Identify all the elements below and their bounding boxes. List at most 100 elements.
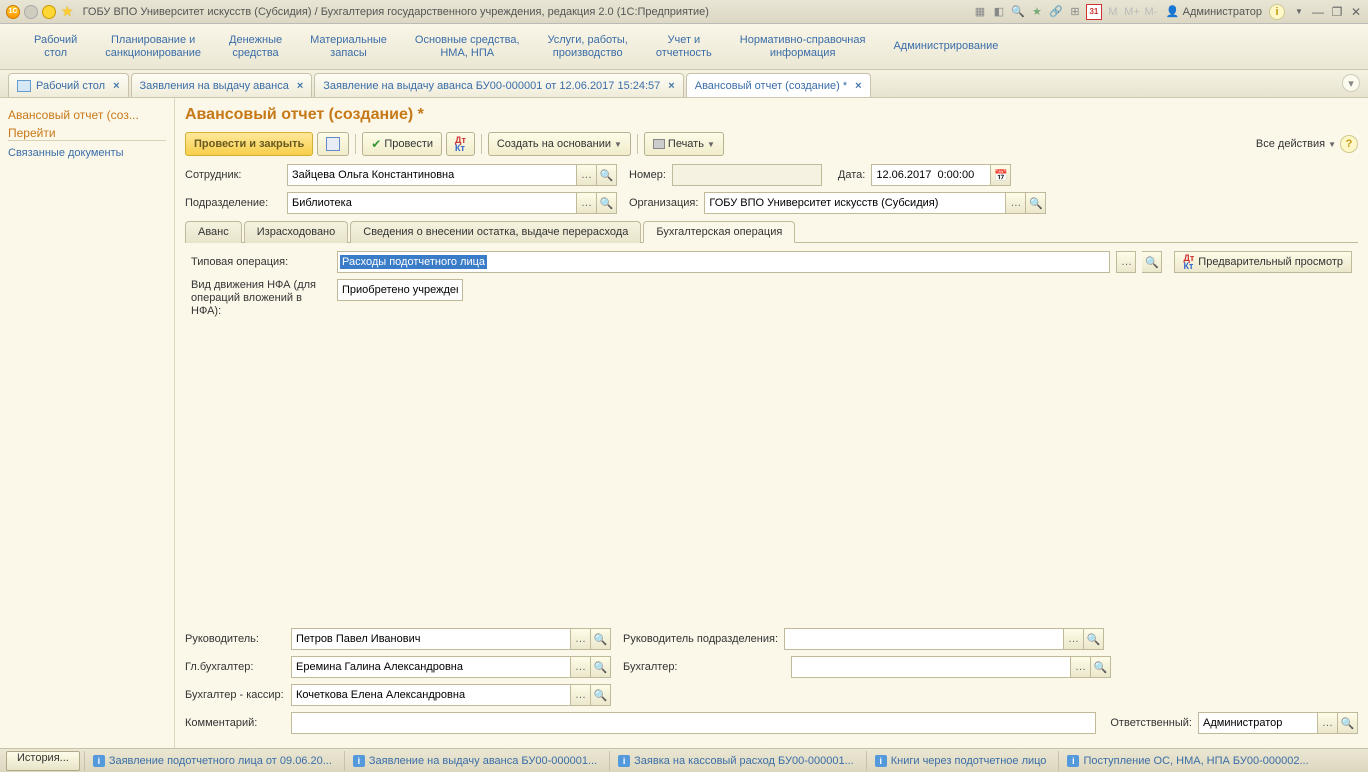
employee-input[interactable] <box>287 164 577 186</box>
status-link-1[interactable]: iЗаявление подотчетного лица от 09.06.20… <box>84 751 340 771</box>
cashier-select-button[interactable]: … <box>571 684 591 706</box>
toolbar-star-icon[interactable]: ★ <box>1029 4 1045 20</box>
menu-planning[interactable]: Планирование и санкционирование <box>91 34 215 60</box>
comment-input[interactable] <box>291 712 1096 734</box>
typop-search-button[interactable]: 🔍 <box>1142 251 1162 273</box>
memory-mminus-icon[interactable]: M- <box>1143 4 1159 20</box>
current-user[interactable]: 👤 Администратор <box>1166 5 1262 18</box>
chief-select-button[interactable]: … <box>571 656 591 678</box>
minimize-button[interactable]: — <box>1310 4 1326 20</box>
chief-input[interactable] <box>291 656 571 678</box>
save-button[interactable] <box>317 132 349 156</box>
help-button[interactable]: ? <box>1340 135 1358 153</box>
memory-m-icon[interactable]: M <box>1105 4 1121 20</box>
calculator-icon[interactable]: ⊞ <box>1067 4 1083 20</box>
main-menu: Рабочий стол Планирование и санкциониров… <box>0 24 1368 70</box>
tab-close-icon[interactable]: × <box>668 80 674 92</box>
tab-expense-report[interactable]: Авансовый отчет (создание) * × <box>686 73 871 97</box>
info-dropdown-icon[interactable]: ▼ <box>1291 4 1307 20</box>
cashier-input[interactable] <box>291 684 571 706</box>
nfa-input[interactable] <box>337 279 463 301</box>
toolbar-icon-1[interactable]: ▦ <box>972 4 988 20</box>
typop-input[interactable]: Расходы подотчетного лица <box>337 251 1110 273</box>
memory-mplus-icon[interactable]: M+ <box>1124 4 1140 20</box>
calendar-icon[interactable]: 31 <box>1086 4 1102 20</box>
post-button[interactable]: ✔Провести <box>362 132 442 156</box>
menu-desktop[interactable]: Рабочий стол <box>20 34 91 60</box>
head-input[interactable] <box>291 628 571 650</box>
dtkt-button[interactable]: ДтКт <box>446 132 475 156</box>
nav-circle-icon[interactable] <box>42 5 56 19</box>
acc-input[interactable] <box>791 656 1071 678</box>
org-input[interactable] <box>704 192 1006 214</box>
tab-advance-list[interactable]: Заявления на выдачу аванса × <box>131 73 313 97</box>
tab-advance-doc[interactable]: Заявление на выдачу аванса БУ00-000001 о… <box>314 73 683 97</box>
history-button[interactable]: История... <box>6 751 80 771</box>
tab-close-icon[interactable]: × <box>113 80 119 92</box>
tab-close-icon[interactable]: × <box>297 80 303 92</box>
head-select-button[interactable]: … <box>571 628 591 650</box>
number-input[interactable] <box>672 164 822 186</box>
nav-back-icon[interactable] <box>24 5 38 19</box>
subtab-accounting[interactable]: Бухгалтерская операция <box>643 221 795 243</box>
responsible-select-button[interactable]: … <box>1318 712 1338 734</box>
close-window-button[interactable]: ✕ <box>1348 4 1364 20</box>
app-1c-icon[interactable]: 1C <box>6 5 20 19</box>
menu-accounting[interactable]: Учет и отчетность <box>642 34 726 60</box>
all-actions-button[interactable]: Все действия▼ <box>1256 138 1336 150</box>
head-label: Руководитель: <box>185 633 285 645</box>
date-picker-button[interactable]: 📅 <box>991 164 1011 186</box>
chief-search-button[interactable]: 🔍 <box>591 656 611 678</box>
expand-tabs-button[interactable]: ▾ <box>1342 74 1360 92</box>
nav-link-related-docs[interactable]: Связанные документы <box>8 145 166 161</box>
status-link-4[interactable]: iКниги через подотчетное лицо <box>866 751 1055 771</box>
head-search-button[interactable]: 🔍 <box>591 628 611 650</box>
status-link-3[interactable]: iЗаявка на кассовый расход БУ00-000001..… <box>609 751 862 771</box>
department-select-button[interactable]: … <box>577 192 597 214</box>
toolbar-icon-3[interactable]: 🔍 <box>1010 4 1026 20</box>
info-icon[interactable]: i <box>1269 4 1285 20</box>
employee-select-button[interactable]: … <box>577 164 597 186</box>
acc-select-button[interactable]: … <box>1071 656 1091 678</box>
subtab-advance[interactable]: Аванс <box>185 221 242 243</box>
menu-admin[interactable]: Администрирование <box>879 40 1012 53</box>
responsible-input[interactable] <box>1198 712 1318 734</box>
post-and-close-button[interactable]: Провести и закрыть <box>185 132 313 156</box>
status-link-5[interactable]: iПоступление ОС, НМА, НПА БУ00-000002... <box>1058 751 1316 771</box>
employee-search-button[interactable]: 🔍 <box>597 164 617 186</box>
menu-materials[interactable]: Материальные запасы <box>296 34 401 60</box>
responsible-search-button[interactable]: 🔍 <box>1338 712 1358 734</box>
tab-desktop[interactable]: Рабочий стол × <box>8 73 129 97</box>
maximize-button[interactable]: ❐ <box>1329 4 1345 20</box>
headdept-search-button[interactable]: 🔍 <box>1084 628 1104 650</box>
info-icon: i <box>618 755 630 767</box>
create-based-on-button[interactable]: Создать на основании▼ <box>488 132 631 156</box>
cashier-search-button[interactable]: 🔍 <box>591 684 611 706</box>
date-input[interactable] <box>871 164 991 186</box>
department-search-button[interactable]: 🔍 <box>597 192 617 214</box>
preview-label: Предварительный просмотр <box>1198 256 1343 268</box>
org-search-button[interactable]: 🔍 <box>1026 192 1046 214</box>
toolbar-icon-2[interactable]: ◧ <box>991 4 1007 20</box>
menu-assets[interactable]: Основные средства, НМА, НПА <box>401 34 534 60</box>
dtkt-icon: ДтКт <box>455 136 466 152</box>
menu-reference[interactable]: Нормативно-справочная информация <box>726 34 880 60</box>
headdept-input[interactable] <box>784 628 1064 650</box>
preview-button[interactable]: ДтКт Предварительный просмотр <box>1174 251 1352 273</box>
menu-money[interactable]: Денежные средства <box>215 34 296 60</box>
typop-select-button[interactable]: … <box>1116 251 1136 273</box>
favorite-star-icon[interactable]: ★ <box>61 3 74 20</box>
nav-title: Авансовый отчет (соз... <box>8 108 166 122</box>
acc-search-button[interactable]: 🔍 <box>1091 656 1111 678</box>
department-input[interactable] <box>287 192 577 214</box>
subtab-spent[interactable]: Израсходовано <box>244 221 349 243</box>
tab-close-icon[interactable]: × <box>855 80 861 92</box>
menu-services[interactable]: Услуги, работы, производство <box>534 34 642 60</box>
org-select-button[interactable]: … <box>1006 192 1026 214</box>
headdept-select-button[interactable]: … <box>1064 628 1084 650</box>
status-link-2[interactable]: iЗаявление на выдачу аванса БУ00-000001.… <box>344 751 605 771</box>
toolbar-link-icon[interactable]: 🔗 <box>1048 4 1064 20</box>
subtab-balance[interactable]: Сведения о внесении остатка, выдаче пере… <box>350 221 641 243</box>
print-button[interactable]: Печать▼ <box>644 132 724 156</box>
info-icon: i <box>353 755 365 767</box>
